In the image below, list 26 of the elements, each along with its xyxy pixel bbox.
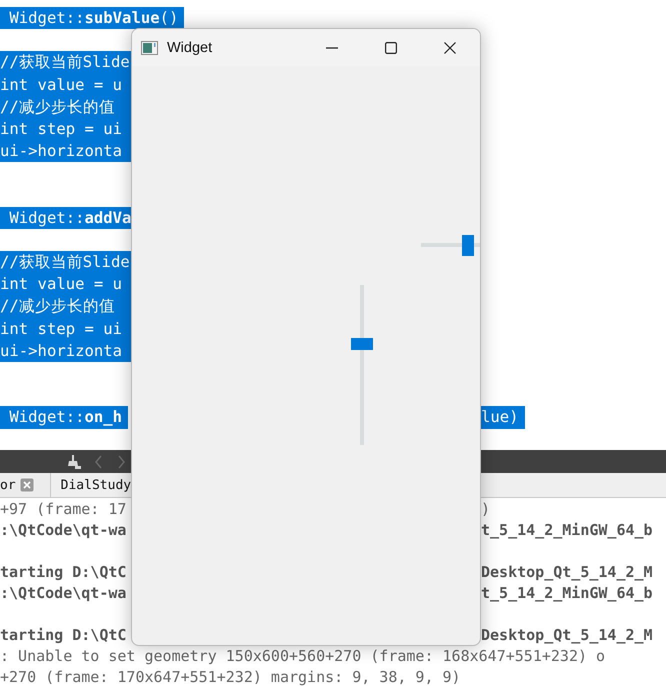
maximize-button[interactable] [385,42,397,54]
output-line: Desktop_Qt_5_14_2_M [481,562,654,583]
window-title: Widget [167,40,212,56]
function-signature: Widget::subValue() [0,7,184,30]
app-icon [141,40,158,54]
function-signature: Widget::on_h [0,406,128,429]
output-line: +97 (frame: 17 [0,499,128,520]
output-line: t_5_14_2_MinGW_64_b [481,583,654,604]
output-line: Desktop_Qt_5_14_2_M [481,625,654,646]
close-button[interactable] [444,42,456,54]
output-tab[interactable]: DialStudy [60,478,132,492]
close-icon[interactable] [20,478,34,492]
forward-button[interactable] [116,454,126,470]
output-line: t_5_14_2_MinGW_64_b [481,520,654,541]
slider-handle[interactable] [351,338,373,350]
back-button[interactable] [94,454,104,470]
output-line: :\QtCode\qt-wa [0,583,128,604]
output-line: +270 (frame: 170x647+551+232) margins: 9, 38, 9, 9) [0,667,461,686]
output-line: : Unable to set geometry 150x600+560+270 (frame: 168x647+551+232) o [0,646,606,667]
broom-icon[interactable] [66,454,82,470]
output-line: ) [481,499,492,520]
output-line: tarting D:\QtC [0,625,128,646]
slider-handle[interactable] [462,235,474,256]
output-line: tarting D:\QtC [0,562,128,583]
output-tab[interactable]: or [0,478,16,492]
output-line: :\QtCode\qt-wa [0,520,128,541]
